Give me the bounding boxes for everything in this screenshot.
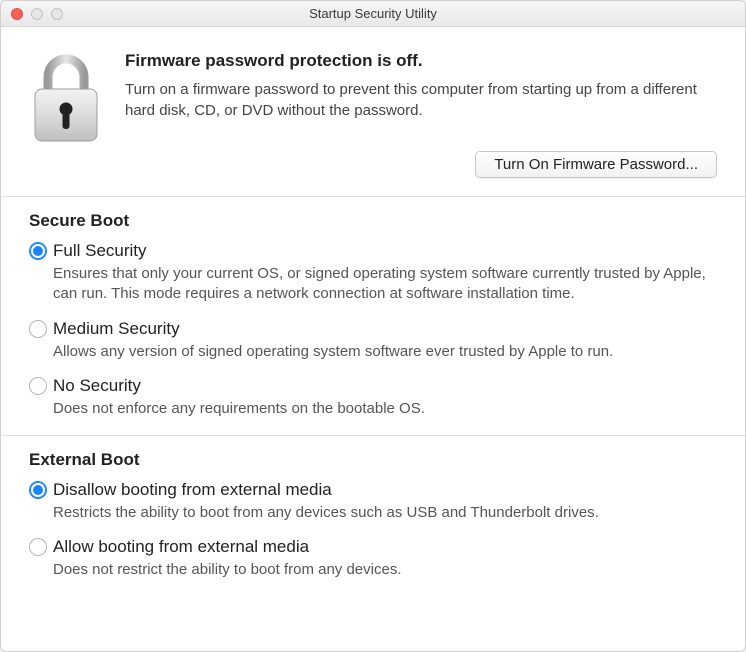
secure-boot-option-medium: Medium Security Allows any version of si… — [29, 319, 717, 362]
external-boot-radio-disallow[interactable] — [29, 481, 47, 499]
external-boot-label-allow[interactable]: Allow booting from external media — [53, 537, 309, 557]
external-boot-radio-allow[interactable] — [29, 538, 47, 556]
minimize-window-button[interactable] — [31, 8, 43, 20]
close-window-button[interactable] — [11, 8, 23, 20]
secure-boot-label-full[interactable]: Full Security — [53, 241, 147, 261]
secure-boot-radio-none[interactable] — [29, 377, 47, 395]
secure-boot-option-none: No Security Does not enforce any require… — [29, 376, 717, 419]
external-boot-option-disallow: Disallow booting from external media Res… — [29, 480, 717, 523]
traffic-lights — [11, 8, 63, 20]
lock-icon — [29, 51, 103, 178]
secure-boot-label-none[interactable]: No Security — [53, 376, 141, 396]
secure-boot-label-medium[interactable]: Medium Security — [53, 319, 180, 339]
secure-boot-radio-full[interactable] — [29, 242, 47, 260]
secure-boot-section: Secure Boot Full Security Ensures that o… — [1, 197, 745, 436]
secure-boot-desc-full: Ensures that only your current OS, or si… — [53, 264, 717, 305]
firmware-button-row: Turn On Firmware Password... — [125, 151, 717, 178]
external-boot-option-allow: Allow booting from external media Does n… — [29, 537, 717, 580]
secure-boot-desc-medium: Allows any version of signed operating s… — [53, 342, 717, 362]
firmware-text-block: Firmware password protection is off. Tur… — [125, 51, 717, 178]
external-boot-label-disallow[interactable]: Disallow booting from external media — [53, 480, 332, 500]
window-title: Startup Security Utility — [9, 6, 737, 21]
firmware-panel: Firmware password protection is off. Tur… — [1, 27, 745, 197]
firmware-heading: Firmware password protection is off. — [125, 51, 717, 71]
firmware-description: Turn on a firmware password to prevent t… — [125, 79, 717, 121]
external-boot-desc-allow: Does not restrict the ability to boot fr… — [53, 560, 717, 580]
titlebar: Startup Security Utility — [1, 1, 745, 27]
secure-boot-title: Secure Boot — [29, 211, 717, 231]
secure-boot-desc-none: Does not enforce any requirements on the… — [53, 399, 717, 419]
secure-boot-radio-medium[interactable] — [29, 320, 47, 338]
external-boot-title: External Boot — [29, 450, 717, 470]
external-boot-section: External Boot Disallow booting from exte… — [1, 436, 745, 597]
window-frame: Startup Security Utility — [0, 0, 746, 652]
external-boot-desc-disallow: Restricts the ability to boot from any d… — [53, 503, 717, 523]
secure-boot-option-full: Full Security Ensures that only your cur… — [29, 241, 717, 305]
zoom-window-button[interactable] — [51, 8, 63, 20]
turn-on-firmware-password-button[interactable]: Turn On Firmware Password... — [475, 151, 717, 178]
content-area: Firmware password protection is off. Tur… — [1, 27, 745, 651]
